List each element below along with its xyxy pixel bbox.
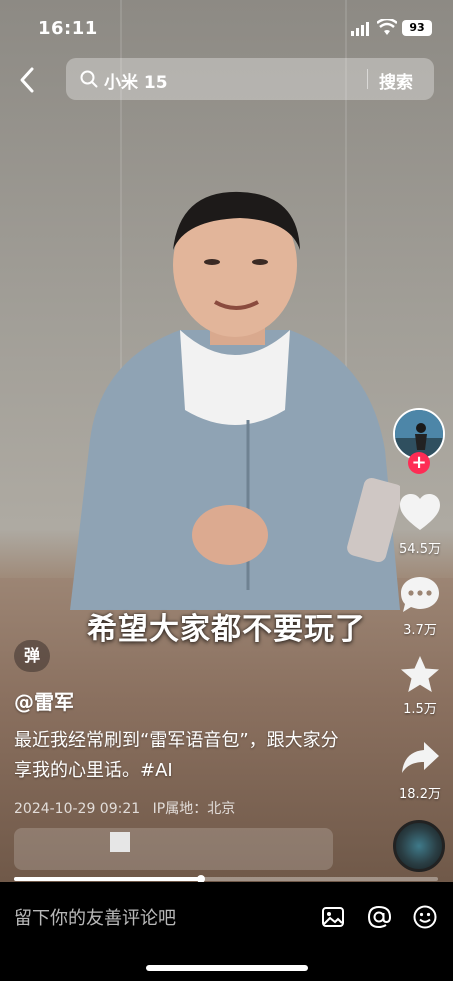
share-icon: [402, 742, 439, 773]
search-input[interactable]: 小米 15: [104, 68, 168, 93]
favorite-button[interactable]: [397, 654, 443, 696]
comment-bar: 留下你的友善评论吧: [0, 882, 453, 981]
search-bar[interactable]: 小米 15 搜索: [66, 58, 434, 100]
mention-button[interactable]: [366, 904, 392, 930]
star-icon: [401, 656, 439, 692]
comment-icon: [401, 577, 439, 612]
wifi-icon: [377, 19, 397, 35]
status-time: 16:11: [38, 18, 98, 39]
share-button[interactable]: [397, 738, 443, 780]
follow-button[interactable]: +: [408, 452, 430, 474]
comment-count: 3.7万: [403, 623, 437, 638]
ip-location: IP属地：北京: [152, 801, 236, 817]
comment-button[interactable]: [397, 574, 443, 616]
at-icon: [367, 905, 392, 929]
comment-input[interactable]: 留下你的友善评论吧: [14, 904, 176, 930]
home-indicator[interactable]: [146, 965, 308, 971]
status-bar: 16:11 93: [0, 0, 453, 52]
related-thumbnail: [110, 832, 130, 852]
video-presenter-figure: [70, 191, 400, 610]
avatar-image: [395, 410, 443, 458]
favorite-count: 1.5万: [403, 702, 437, 717]
back-arrow-icon: [20, 67, 34, 93]
search-divider: [367, 69, 368, 89]
author-name[interactable]: @雷军: [14, 686, 74, 715]
like-count: 54.5万: [399, 542, 441, 557]
image-button[interactable]: [320, 904, 346, 930]
danmu-toggle-button[interactable]: 弹: [14, 640, 50, 672]
like-button[interactable]: [397, 492, 443, 534]
video-progress-fill: [14, 877, 201, 881]
post-meta: 2024-10-29 09:21 IP属地：北京: [14, 798, 243, 818]
share-count: 18.2万: [399, 787, 441, 802]
back-button[interactable]: [14, 64, 42, 96]
search-submit-button[interactable]: 搜索: [379, 68, 413, 93]
video-progress-bar[interactable]: [14, 875, 438, 883]
heart-icon: [400, 494, 440, 530]
music-disc[interactable]: [393, 820, 445, 872]
cellular-signal-icon: [351, 22, 369, 36]
post-date: 2024-10-29 09:21: [14, 801, 141, 817]
emoji-button[interactable]: [412, 904, 438, 930]
video-subtitle: 希望大家都不要玩了: [87, 612, 366, 647]
image-icon: [322, 907, 344, 927]
battery-indicator: 93: [402, 20, 432, 36]
video-description[interactable]: 最近我经常刷到“雷军语音包”，跟大家分享我的心里话。#AI: [14, 726, 344, 786]
related-search-bar[interactable]: [14, 828, 333, 870]
emoji-icon: [413, 905, 437, 929]
search-icon: [80, 70, 98, 88]
